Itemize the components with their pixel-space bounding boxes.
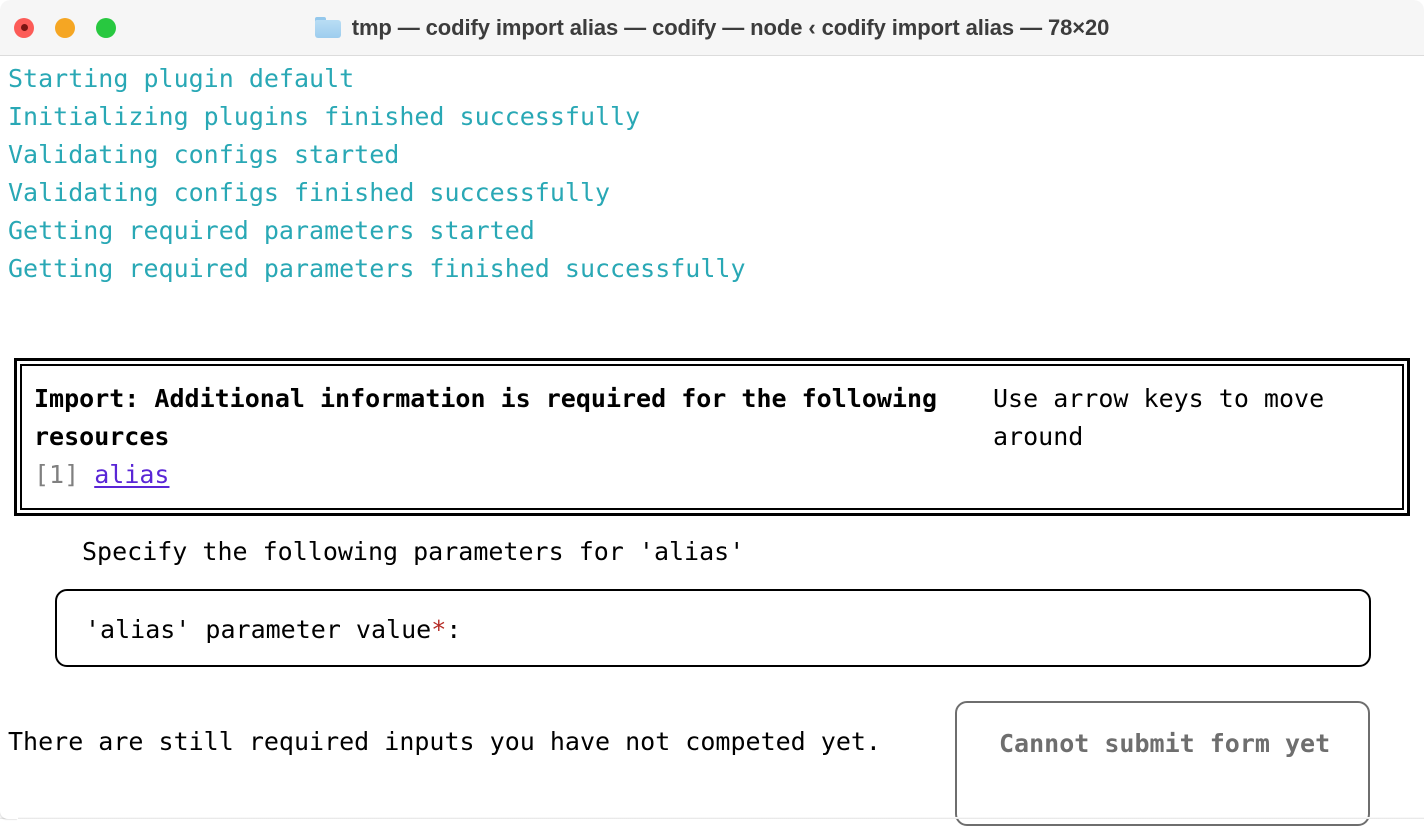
log-line: Validating configs started xyxy=(8,136,1424,174)
required-asterisk: * xyxy=(431,615,446,644)
required-resources-right-column: Use arrow keys to move around xyxy=(987,380,1402,508)
arrow-keys-hint: Use arrow keys to move around xyxy=(993,380,1402,456)
window-bottom-left-corner xyxy=(0,805,18,819)
log-line: Getting required parameters started xyxy=(8,212,1424,250)
window-title: tmp — codify import alias — codify — nod… xyxy=(352,15,1110,41)
required-resources-heading: Import: Additional information is requir… xyxy=(34,380,987,456)
window-titlebar[interactable]: tmp — codify import alias — codify — nod… xyxy=(0,0,1424,56)
validation-message: There are still required inputs you have… xyxy=(8,723,888,761)
resource-index: [1] xyxy=(34,460,79,489)
resource-list-item[interactable]: [1] alias xyxy=(34,456,987,494)
terminal-content: Starting plugin default Initializing plu… xyxy=(0,56,1424,830)
background-window-sliver: codify-cli-node-v18-runtime prompt codif… xyxy=(0,819,1424,830)
alias-parameter-label-text: 'alias' parameter value xyxy=(85,615,431,644)
maximize-window-button[interactable] xyxy=(96,18,116,38)
log-line: Starting plugin default xyxy=(8,60,1424,98)
required-resources-box-inner: Import: Additional information is requir… xyxy=(20,364,1404,510)
minimize-window-button[interactable] xyxy=(55,18,75,38)
alias-parameter-colon: : xyxy=(446,615,461,644)
log-line: Validating configs finished successfully xyxy=(8,174,1424,212)
terminal-window: tmp — codify import alias — codify — nod… xyxy=(0,0,1424,830)
log-line: Initializing plugins finished successful… xyxy=(8,98,1424,136)
log-line: Getting required parameters finished suc… xyxy=(8,250,1424,288)
submit-form-button-label: Cannot submit form yet xyxy=(999,725,1339,763)
alias-parameter-input[interactable]: 'alias' parameter value*: xyxy=(55,589,1371,667)
close-window-button[interactable] xyxy=(14,18,34,38)
required-resources-box: Import: Additional information is requir… xyxy=(14,358,1410,516)
resource-link-alias[interactable]: alias xyxy=(94,460,169,489)
log-output: Starting plugin default Initializing plu… xyxy=(0,56,1424,288)
folder-icon xyxy=(315,17,341,38)
alias-parameter-label: 'alias' parameter value*: xyxy=(85,611,461,649)
traffic-light-group xyxy=(14,0,116,55)
required-resources-left-column: Import: Additional information is requir… xyxy=(22,380,987,508)
submit-form-button[interactable]: Cannot submit form yet xyxy=(955,701,1370,826)
specify-parameters-text: Specify the following parameters for 'al… xyxy=(82,533,744,571)
window-title-group: tmp — codify import alias — codify — nod… xyxy=(315,15,1110,41)
